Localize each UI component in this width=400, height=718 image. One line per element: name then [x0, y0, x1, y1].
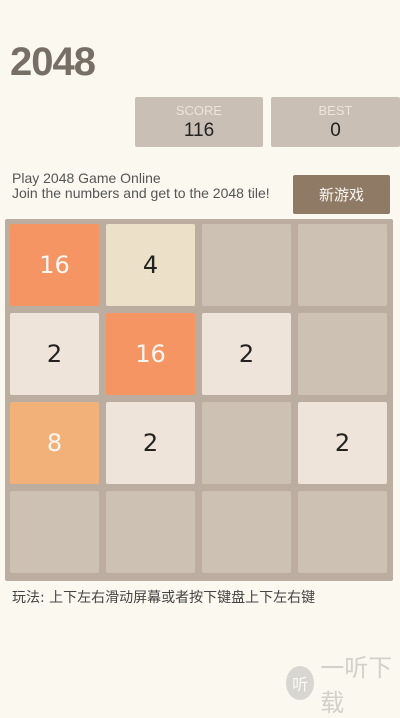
tile-r0-c2	[202, 224, 291, 306]
best-value: 0	[330, 120, 341, 141]
score-label: SCORE	[175, 103, 223, 118]
game-intro: Play 2048 Game Online Join the numbers a…	[12, 171, 292, 201]
tile-r0-c3	[298, 224, 387, 306]
best-box: BEST 0	[271, 97, 400, 147]
intro-line-2: Join the numbers and get to the 2048 til…	[12, 185, 270, 201]
best-label: BEST	[318, 103, 353, 118]
game-title: 2048	[10, 40, 96, 84]
game-board[interactable]: 16 4 2 16 2 8 2 2	[5, 219, 393, 581]
tile-r0-c1: 4	[106, 224, 195, 306]
tile-r2-c0: 8	[10, 402, 99, 484]
tile-r1-c0: 2	[10, 313, 99, 395]
instructions-text: 玩法: 上下左右滑动屏幕或者按下键盘上下左右键	[12, 590, 316, 606]
tile-r3-c2	[202, 491, 291, 573]
tile-r1-c3	[298, 313, 387, 395]
tile-r3-c0	[10, 491, 99, 573]
score-value: 116	[183, 120, 215, 141]
tile-r2-c2	[202, 402, 291, 484]
tile-r3-c3	[298, 491, 387, 573]
tile-r3-c1	[106, 491, 195, 573]
tile-r1-c2: 2	[202, 313, 291, 395]
tile-r2-c1: 2	[106, 402, 195, 484]
tile-r1-c1: 16	[106, 313, 195, 395]
tile-r2-c3: 2	[298, 402, 387, 484]
watermark-logo-icon: 听	[286, 666, 315, 700]
watermark: 听 一听下载	[286, 648, 400, 718]
new-game-button[interactable]: 新游戏	[293, 175, 390, 214]
watermark-text: 一听下载	[320, 654, 393, 717]
score-box: SCORE 116	[135, 97, 263, 147]
tile-r0-c0: 16	[10, 224, 99, 306]
intro-line-1: Play 2048 Game Online	[12, 170, 161, 186]
